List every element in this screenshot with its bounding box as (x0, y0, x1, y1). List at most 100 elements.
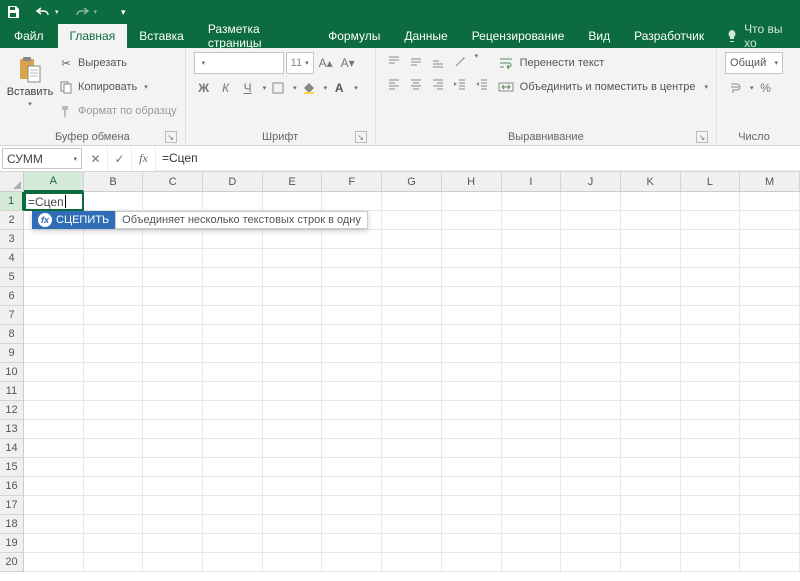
cell[interactable] (24, 363, 84, 382)
row-header[interactable]: 1 (0, 192, 24, 211)
cell[interactable] (442, 553, 502, 572)
cell[interactable] (263, 287, 323, 306)
cell[interactable] (322, 515, 382, 534)
cell[interactable] (84, 496, 144, 515)
tab-home[interactable]: Главная (58, 24, 128, 48)
cell[interactable] (84, 287, 144, 306)
row-header[interactable]: 19 (0, 534, 24, 553)
cell[interactable] (84, 363, 144, 382)
select-all-corner[interactable] (0, 172, 24, 192)
row-header[interactable]: 18 (0, 515, 24, 534)
fill-color-icon[interactable] (299, 78, 319, 98)
cell[interactable] (143, 306, 203, 325)
cell[interactable] (561, 268, 621, 287)
cell[interactable] (322, 230, 382, 249)
cell[interactable] (442, 325, 502, 344)
cell[interactable] (442, 344, 502, 363)
cell[interactable] (740, 268, 800, 287)
cell[interactable] (382, 325, 442, 344)
cell[interactable] (143, 534, 203, 553)
cell[interactable] (681, 268, 741, 287)
cell[interactable] (740, 401, 800, 420)
name-box[interactable]: СУММ▾ (2, 148, 82, 169)
copy-button[interactable]: Копировать▾ (58, 76, 177, 98)
row-header[interactable]: 3 (0, 230, 24, 249)
cell[interactable] (442, 420, 502, 439)
cell[interactable] (263, 496, 323, 515)
cell[interactable] (442, 211, 502, 230)
accounting-format-icon[interactable] (725, 78, 745, 98)
column-header[interactable]: A (24, 172, 84, 192)
cell[interactable] (143, 477, 203, 496)
cell[interactable] (263, 192, 323, 211)
cell[interactable] (24, 249, 84, 268)
format-painter-button[interactable]: Формат по образцу (58, 100, 177, 122)
tab-review[interactable]: Рецензирование (460, 24, 577, 48)
cell[interactable] (502, 420, 562, 439)
cell[interactable] (502, 287, 562, 306)
cell[interactable] (502, 192, 562, 211)
cell[interactable] (442, 363, 502, 382)
cell[interactable] (621, 496, 681, 515)
cell[interactable] (24, 496, 84, 515)
cell[interactable] (263, 420, 323, 439)
cell[interactable] (382, 382, 442, 401)
cell[interactable] (681, 287, 741, 306)
cell[interactable] (561, 420, 621, 439)
column-header[interactable]: I (502, 172, 562, 192)
cell[interactable] (681, 230, 741, 249)
row-header[interactable]: 20 (0, 553, 24, 572)
cell[interactable] (382, 553, 442, 572)
cell[interactable] (263, 306, 323, 325)
cell[interactable] (740, 344, 800, 363)
cell[interactable] (382, 420, 442, 439)
cell[interactable] (442, 515, 502, 534)
cell[interactable] (740, 534, 800, 553)
row-header[interactable]: 13 (0, 420, 24, 439)
enter-formula-button[interactable]: ✓ (108, 146, 132, 171)
cell[interactable] (322, 325, 382, 344)
cell[interactable] (263, 268, 323, 287)
autocomplete-item[interactable]: fx СЦЕПИТЬ (32, 211, 115, 229)
tab-insert[interactable]: Вставка (127, 24, 196, 48)
cell[interactable] (263, 553, 323, 572)
cell[interactable] (561, 553, 621, 572)
cell[interactable] (263, 344, 323, 363)
column-header[interactable]: G (382, 172, 442, 192)
increase-font-icon[interactable]: A▴ (316, 53, 336, 73)
cell[interactable] (621, 287, 681, 306)
dialog-launcher-icon[interactable]: ↘ (696, 131, 708, 143)
cell[interactable] (561, 325, 621, 344)
cell[interactable] (322, 496, 382, 515)
cell[interactable] (502, 496, 562, 515)
cell[interactable] (24, 401, 84, 420)
cell[interactable] (382, 287, 442, 306)
cell[interactable] (442, 192, 502, 211)
cell[interactable] (24, 344, 84, 363)
cell[interactable] (84, 401, 144, 420)
tell-me-search[interactable]: Что вы хо (716, 24, 800, 48)
align-middle-icon[interactable] (406, 52, 426, 72)
cell[interactable] (382, 211, 442, 230)
cell[interactable] (502, 230, 562, 249)
cell[interactable] (24, 534, 84, 553)
cell[interactable] (561, 401, 621, 420)
active-cell[interactable]: =Сцеп (24, 192, 84, 211)
cell[interactable] (203, 344, 263, 363)
cell[interactable] (84, 306, 144, 325)
cell[interactable] (621, 439, 681, 458)
column-header[interactable]: B (84, 172, 144, 192)
cell[interactable] (322, 401, 382, 420)
orientation-icon[interactable] (450, 52, 470, 72)
cell[interactable] (24, 287, 84, 306)
cell[interactable] (502, 344, 562, 363)
cell[interactable] (502, 363, 562, 382)
column-header[interactable]: H (442, 172, 502, 192)
formula-input[interactable]: =Сцеп (156, 146, 800, 171)
row-header[interactable]: 10 (0, 363, 24, 382)
cell[interactable] (263, 534, 323, 553)
decrease-font-icon[interactable]: A▾ (338, 53, 358, 73)
cell[interactable] (84, 420, 144, 439)
cell[interactable] (681, 515, 741, 534)
cells-area[interactable]: =Сцеп fx СЦЕПИТЬ Объединяет несколько те… (24, 192, 800, 579)
